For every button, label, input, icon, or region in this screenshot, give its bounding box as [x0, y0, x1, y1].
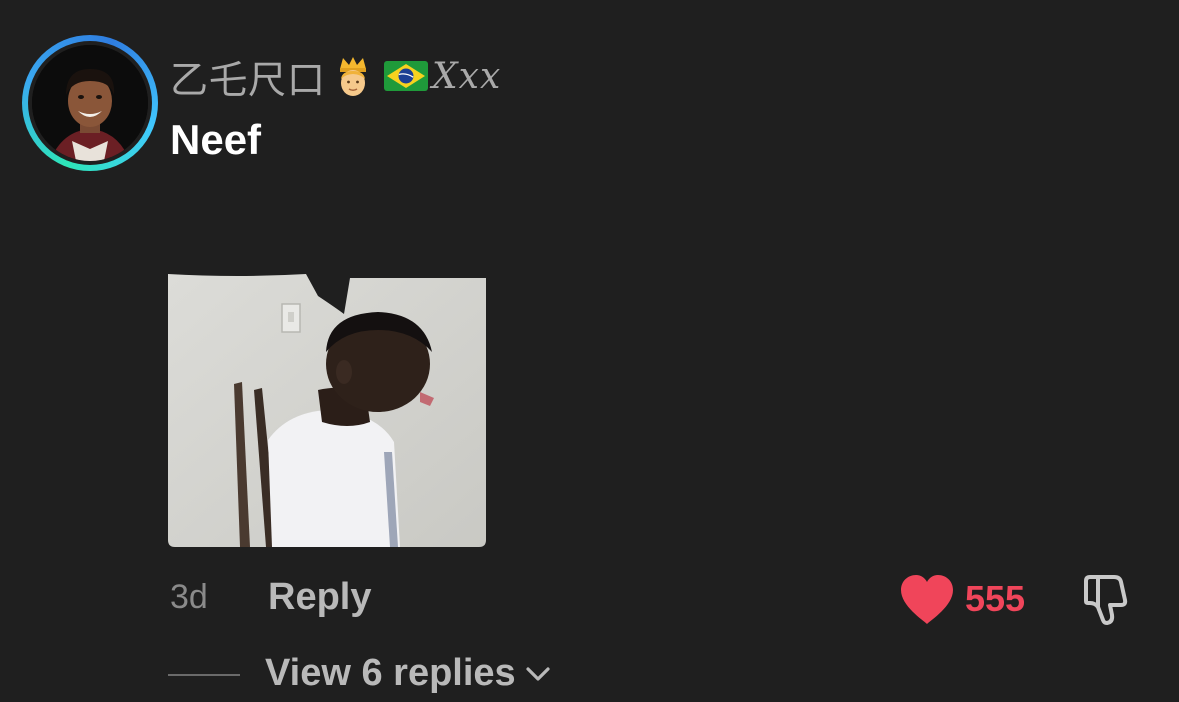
heart-icon: [901, 575, 953, 624]
comment-item: 乙乇尺口 Xxx Neef 3d Reply 555 View 6 replie…: [0, 0, 1179, 702]
view-replies-label: View 6 replies: [265, 652, 516, 694]
username-prefix: 乙乇尺口: [170, 59, 327, 102]
view-replies-button[interactable]: View 6 replies: [265, 652, 552, 695]
comment-gif[interactable]: [168, 272, 486, 547]
dislike-button[interactable]: [1080, 573, 1134, 627]
reaction-gif-image: [168, 274, 486, 547]
avatar-gap: [28, 41, 152, 165]
chevron-down-icon: [526, 666, 550, 681]
comment-timestamp: 3d: [170, 578, 208, 616]
like-count: 555: [965, 578, 1026, 619]
brazil-flag-icon: [384, 61, 429, 91]
reply-button[interactable]: Reply: [268, 576, 371, 619]
avatar[interactable]: [32, 45, 148, 161]
thumbs-down-icon: [1084, 575, 1128, 625]
prince-emoji-icon: [340, 57, 367, 96]
comment-text: Neef: [170, 116, 262, 163]
replies-divider: [168, 674, 240, 676]
avatar-photo: [32, 45, 148, 161]
comment-username[interactable]: 乙乇尺口 Xxx: [170, 52, 502, 102]
like-button[interactable]: [899, 574, 955, 626]
avatar-story-ring[interactable]: [22, 35, 158, 171]
username-suffix: Xxx: [432, 55, 502, 97]
